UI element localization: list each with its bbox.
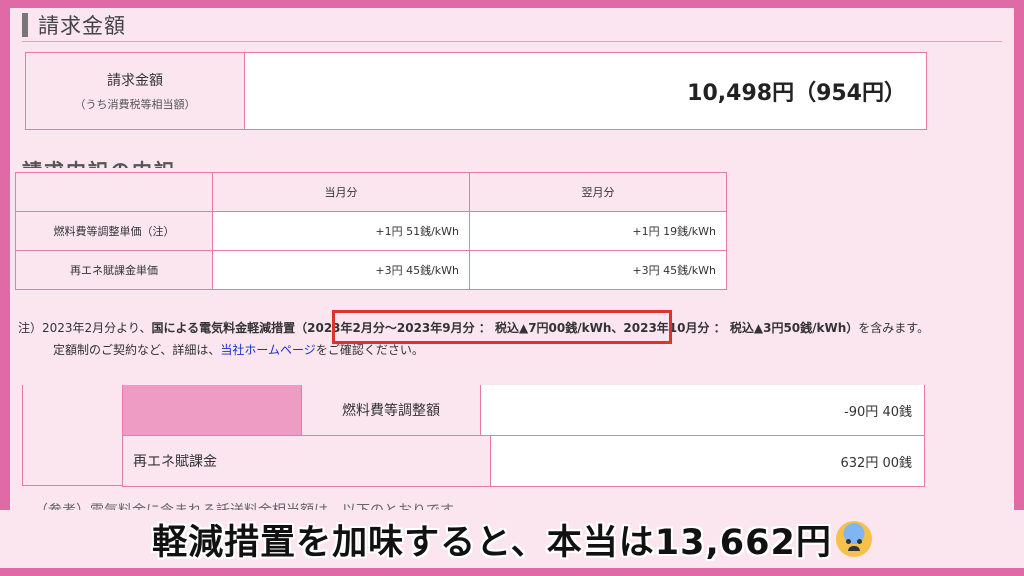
- section-heading: 請求金額: [22, 12, 126, 38]
- next-month-value: +1円 19銭/kWh: [469, 211, 727, 251]
- billing-amount: 10,498円（954円）: [687, 81, 906, 106]
- homepage-link[interactable]: 当社ホームページ: [220, 343, 315, 357]
- table-header-row: 当月分 翌月分: [15, 172, 727, 212]
- billing-tax-label: （うち消費税等相当額）: [74, 98, 196, 111]
- row-label: 燃料費等調整単価（注）: [15, 211, 213, 251]
- video-subtitle-bar: 軽減措置を加味すると、本当は13,662円: [0, 510, 1024, 568]
- section-title: 請求金額: [38, 14, 126, 38]
- footnote-prefix: 注）2023年2月分より、: [18, 321, 152, 335]
- fee-breakdown-table: 燃料費等調整額 -90円 40銭 再エネ賦課金 632円 00銭: [122, 385, 925, 487]
- table-left-border: [22, 385, 123, 486]
- current-month-value: +3円 45銭/kWh: [212, 250, 470, 290]
- table-header-current: 当月分: [212, 172, 470, 212]
- partial-heading: 請求内訳の内訳: [22, 154, 176, 168]
- table-row: 再エネ賦課金 632円 00銭: [122, 436, 925, 487]
- unit-price-table: 当月分 翌月分 燃料費等調整単価（注） +1円 51銭/kWh +1円 19銭/…: [15, 172, 727, 290]
- fee-label: 燃料費等調整額: [302, 385, 480, 435]
- video-subtitle: 軽減措置を加味すると、本当は13,662円: [152, 522, 832, 563]
- current-month-value: +1円 51銭/kWh: [212, 211, 470, 251]
- table-row: 再エネ賦課金単価 +3円 45銭/kWh +3円 45銭/kWh: [15, 250, 727, 290]
- footnote-line2-after: をご確認ください。: [315, 343, 424, 357]
- billing-amount-box: 請求金額 （うち消費税等相当額） 10,498円（954円）: [25, 52, 927, 130]
- heading-divider: [22, 41, 1002, 42]
- reference-note: （参考）電気料金に含まれる託送料金相当額は、以下のとおりです。: [34, 498, 467, 510]
- fee-label: 再エネ賦課金: [123, 436, 490, 486]
- billing-label-cell: 請求金額 （うち消費税等相当額）: [26, 53, 245, 129]
- fee-value: 632円 00銭: [490, 436, 924, 486]
- red-highlight-box: [332, 310, 672, 344]
- anxious-face-with-sweat-icon: [835, 521, 872, 557]
- footnote-bold: 国による電気料金軽減措置: [151, 321, 296, 335]
- billing-label: 請求金額: [107, 73, 163, 89]
- heading-accent-bar: [22, 13, 28, 37]
- table-row: 燃料費等調整額 -90円 40銭: [122, 385, 925, 436]
- table-header-next: 翌月分: [469, 172, 727, 212]
- fee-value: -90円 40銭: [480, 385, 924, 435]
- category-cell: [123, 385, 302, 435]
- table-row: 燃料費等調整単価（注） +1円 51銭/kWh +1円 19銭/kWh: [15, 211, 727, 251]
- footnote-line2-before: 定額制のご契約など、詳細は、: [53, 343, 221, 357]
- document-view: 請求金額 請求金額 （うち消費税等相当額） 10,498円（954円） 請求内訳…: [10, 8, 1014, 568]
- footnote-suffix: を含みます。: [858, 321, 930, 335]
- row-label: 再エネ賦課金単価: [15, 250, 213, 290]
- table-header-empty: [15, 172, 213, 212]
- next-month-value: +3円 45銭/kWh: [469, 250, 727, 290]
